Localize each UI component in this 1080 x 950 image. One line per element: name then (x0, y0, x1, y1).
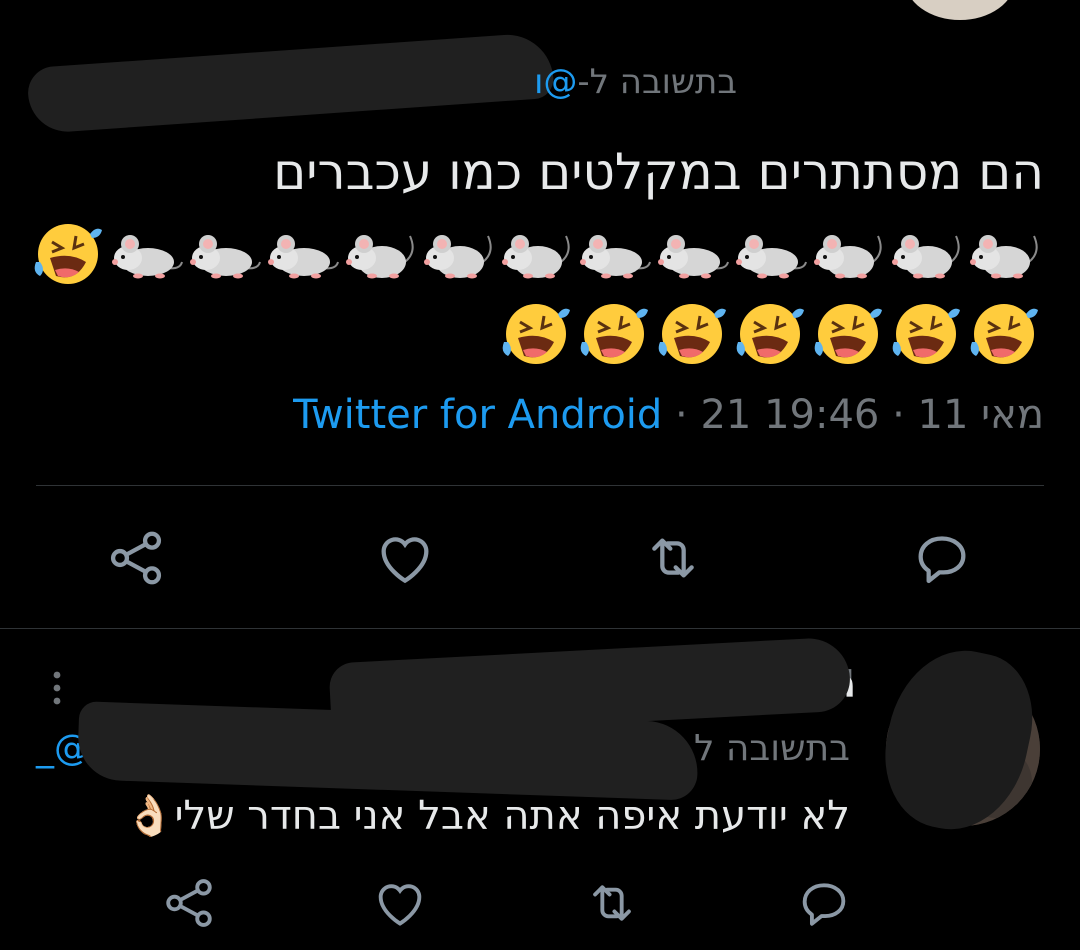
laughing-emoji (888, 298, 964, 368)
like-icon (381, 537, 429, 584)
meta-separator: · (892, 392, 905, 438)
retweet-button[interactable] (641, 526, 705, 590)
divider (36, 485, 1044, 486)
reply-to-label: בתשובה ל- (577, 62, 737, 102)
reply-button[interactable] (795, 874, 853, 932)
emoji-row-2 (498, 298, 1042, 368)
reply-to-handle[interactable]: @ו (534, 62, 577, 102)
reply-text-body: לא יודעת איפה אתה אבל אני בחדר שלי (174, 793, 850, 839)
mouse-emoji (576, 218, 652, 288)
rat-emoji (498, 218, 574, 288)
tweet-meta: Twitter for Android · 21 מאי 11 · 19:46 (293, 392, 1044, 438)
rat-emoji (888, 218, 964, 288)
mouse-emoji (654, 218, 730, 288)
reply-button[interactable] (910, 526, 974, 590)
share-icon (166, 879, 212, 927)
laughing-emoji (810, 298, 886, 368)
redaction-scribble (870, 637, 1046, 843)
laughing-emoji (30, 218, 106, 288)
laughing-emoji (654, 298, 730, 368)
share-button[interactable] (160, 874, 218, 932)
ok-hand-emoji: 👌🏻 (124, 793, 175, 839)
meta-separator: · (675, 392, 688, 438)
more-options-button[interactable] (46, 668, 68, 708)
retweet-icon (593, 885, 631, 921)
redaction-scribble (26, 31, 555, 135)
more-vertical-icon (53, 671, 61, 705)
laughing-emoji (498, 298, 574, 368)
rat-emoji (966, 218, 1042, 288)
laughing-emoji (966, 298, 1042, 368)
rat-emoji (810, 218, 886, 288)
top-avatar[interactable] (905, 0, 1015, 20)
rat-emoji (420, 218, 496, 288)
reply-icon (918, 536, 966, 584)
mouse-emoji (186, 218, 262, 288)
tweet-time: 19:46 (764, 392, 880, 438)
source-link[interactable]: Twitter for Android (293, 392, 662, 438)
mouse-emoji (264, 218, 340, 288)
tweet-text: הם מסתתרים במקלטים כמו עכברים (273, 143, 1044, 201)
laughing-emoji (732, 298, 808, 368)
laughing-emoji (576, 298, 652, 368)
like-button[interactable] (373, 526, 437, 590)
reply-text: לא יודעת איפה אתה אבל אני בחדר שלי👌🏻 (125, 792, 850, 839)
share-icon (110, 531, 162, 585)
reply-to-line: בתשובה ל-@ו (534, 62, 737, 102)
like-icon (378, 884, 422, 926)
share-button[interactable] (104, 526, 168, 590)
emoji-row-1 (30, 218, 1042, 288)
divider (0, 628, 1080, 629)
like-button[interactable] (371, 874, 429, 932)
mouse-emoji (732, 218, 808, 288)
retweet-icon (652, 538, 694, 578)
rat-emoji (342, 218, 418, 288)
reply-to-label: בתשובה ל (693, 728, 850, 769)
mouse-emoji (108, 218, 184, 288)
retweet-button[interactable] (583, 874, 641, 932)
reply-icon (802, 883, 846, 926)
